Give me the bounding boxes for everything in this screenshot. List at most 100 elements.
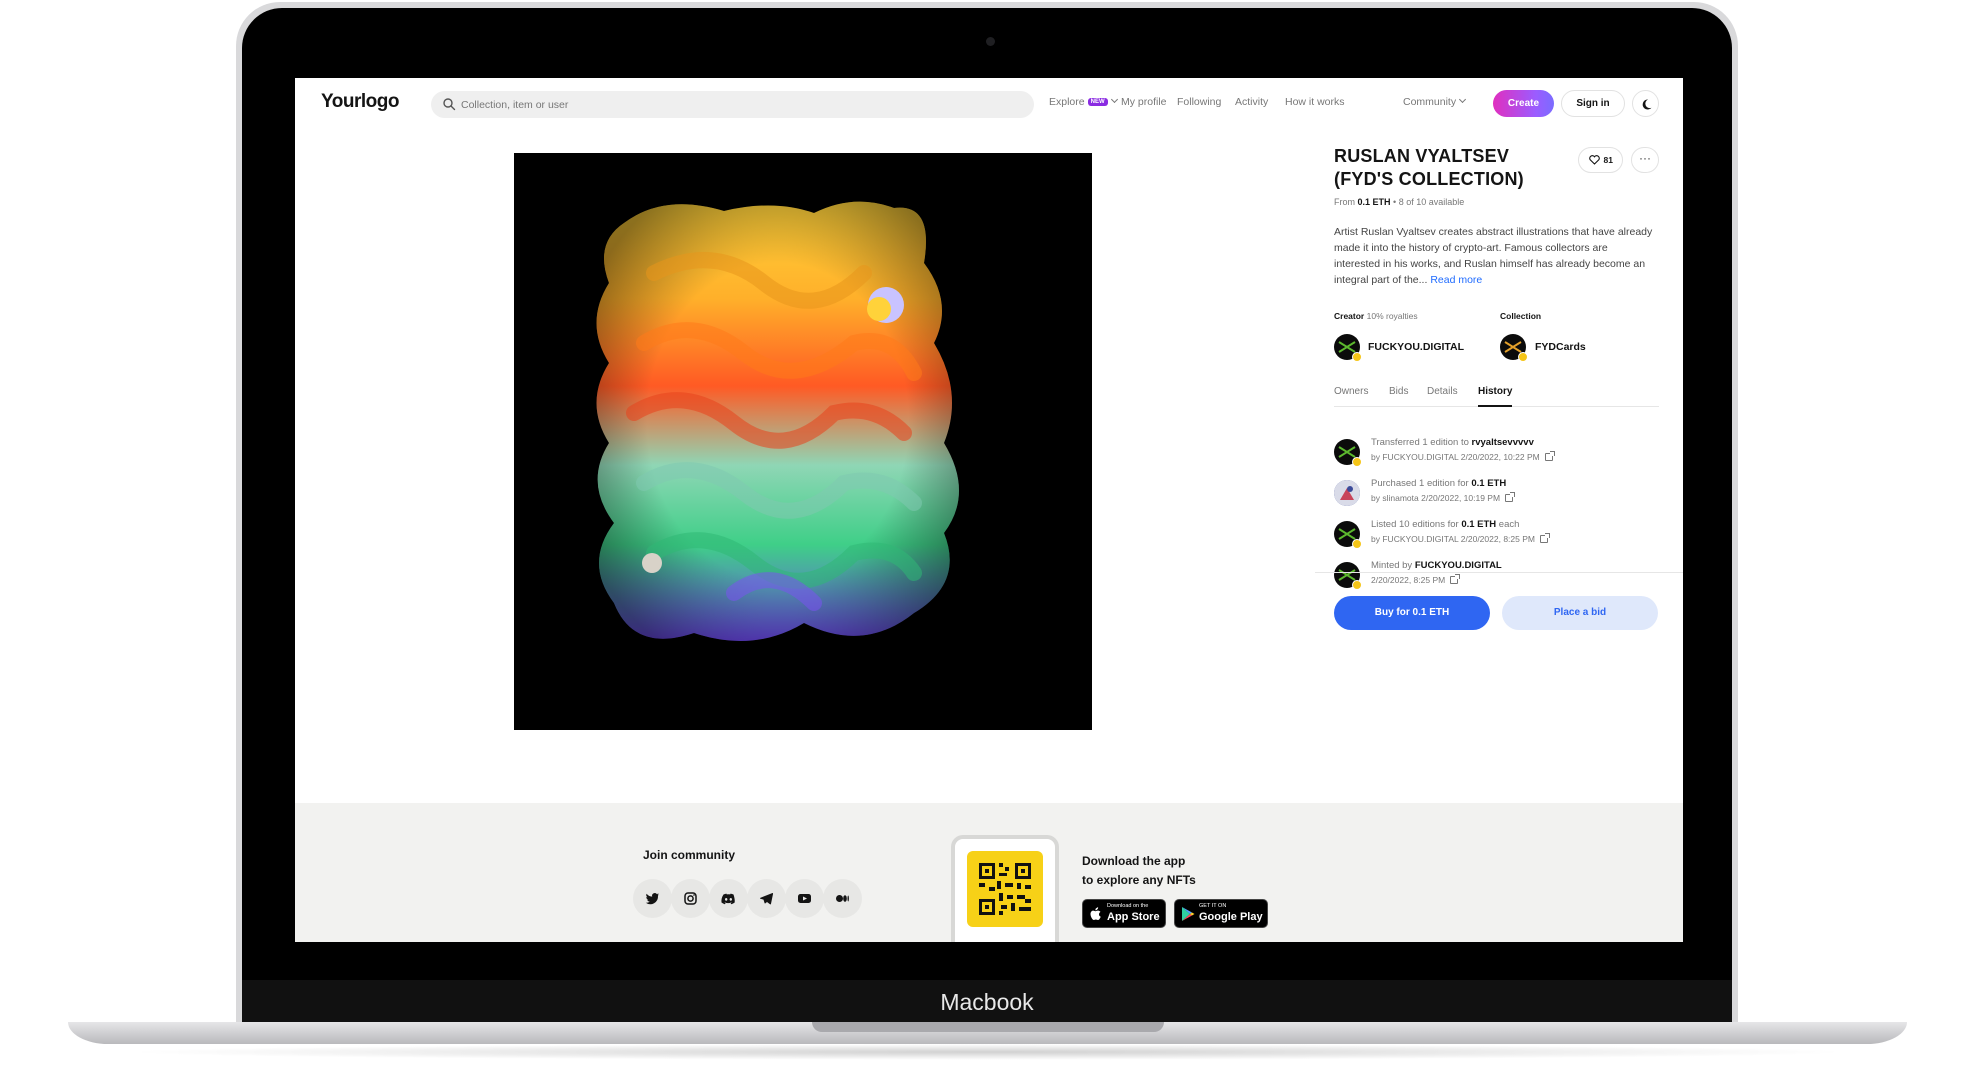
external-link-icon[interactable] xyxy=(1544,451,1555,461)
verified-icon xyxy=(1352,457,1362,467)
download-line-1: Download the app xyxy=(1082,854,1186,868)
nav-how-it-works[interactable]: How it works xyxy=(1285,96,1345,108)
place-bid-button[interactable]: Place a bid xyxy=(1502,596,1658,630)
history-text: Minted by FUCKYOU.DIGITAL xyxy=(1371,560,1502,571)
google-play-button[interactable]: GET IT ON Google Play xyxy=(1174,899,1268,928)
availability: 8 of 10 available xyxy=(1398,197,1465,207)
history-pre: Minted by xyxy=(1371,560,1415,571)
tab-owners[interactable]: Owners xyxy=(1334,386,1368,407)
history-strong[interactable]: rvyaltsevvvvv xyxy=(1472,437,1534,448)
creator-name[interactable]: FUCKYOU.DIGITAL xyxy=(1368,341,1464,353)
qr-code-icon xyxy=(979,863,1031,915)
site-footer: Join community Download the app to explo… xyxy=(295,803,1683,942)
search-bar[interactable] xyxy=(431,91,1034,118)
history-text: Purchased 1 edition for 0.1 ETH xyxy=(1371,478,1506,489)
moon-icon xyxy=(1642,99,1652,110)
browser-screen: Yourlogo ExploreNEW My profile Following… xyxy=(295,78,1683,942)
royalties-text: 10% royalties xyxy=(1366,311,1418,321)
youtube-link[interactable] xyxy=(785,879,824,918)
qr-code[interactable] xyxy=(967,851,1043,927)
history-strong[interactable]: 0.1 ETH xyxy=(1471,478,1506,489)
tab-bids[interactable]: Bids xyxy=(1389,386,1408,407)
tab-details[interactable]: Details xyxy=(1427,386,1458,407)
item-tabs: Owners Bids Details History xyxy=(1334,386,1659,407)
by-prefix: by xyxy=(1371,534,1380,544)
history-avatar[interactable] xyxy=(1334,480,1360,506)
external-link-icon[interactable] xyxy=(1505,492,1516,502)
nft-artwork[interactable] xyxy=(514,153,1092,730)
item-price: 0.1 ETH xyxy=(1357,197,1391,207)
history-date: 2/20/2022, 10:22 PM xyxy=(1460,452,1540,462)
creator-avatar[interactable] xyxy=(1334,334,1362,362)
history-strong[interactable]: 0.1 ETH xyxy=(1461,519,1496,530)
collection-label: Collection xyxy=(1500,311,1542,321)
nav-community[interactable]: Community xyxy=(1403,95,1467,108)
history-strong[interactable]: FUCKYOU.DIGITAL xyxy=(1415,560,1502,571)
nav-community-label: Community xyxy=(1403,96,1457,108)
download-line-2: to explore any NFTs xyxy=(1082,873,1196,887)
description-text: Artist Ruslan Vyaltsev creates abstract … xyxy=(1334,226,1653,286)
history-by[interactable]: FUCKYOU.DIGITAL xyxy=(1382,534,1458,544)
instagram-link[interactable] xyxy=(671,879,710,918)
phone-mockup xyxy=(951,835,1059,942)
discord-link[interactable] xyxy=(709,879,748,918)
history-meta: by slinamota 2/20/2022, 10:19 PM xyxy=(1371,492,1516,503)
nav-explore-label: Explore xyxy=(1049,96,1085,108)
history-by[interactable]: FUCKYOU.DIGITAL xyxy=(1382,452,1458,462)
history-by[interactable]: slinamota xyxy=(1382,493,1418,503)
history-avatar[interactable] xyxy=(1334,439,1362,467)
chevron-down-icon xyxy=(1459,95,1467,104)
sign-in-button[interactable]: Sign in xyxy=(1561,90,1625,117)
history-meta: by FUCKYOU.DIGITAL 2/20/2022, 8:25 PM xyxy=(1371,533,1550,544)
tab-history[interactable]: History xyxy=(1478,386,1513,407)
telegram-link[interactable] xyxy=(747,879,786,918)
verified-icon xyxy=(1352,539,1362,549)
by-prefix: by xyxy=(1371,493,1380,503)
more-dots-icon: ··· xyxy=(1639,151,1651,165)
app-store-big: App Store xyxy=(1107,911,1160,923)
search-input[interactable] xyxy=(461,91,1021,118)
read-more-link[interactable]: Read more xyxy=(1430,274,1482,286)
more-options-button[interactable]: ··· xyxy=(1631,147,1659,173)
download-title: Download the app to explore any NFTs xyxy=(1082,852,1196,890)
camera-icon xyxy=(986,37,995,46)
laptop-shadow xyxy=(120,1044,1855,1060)
history-item: Minted by FUCKYOU.DIGITAL 2/20/2022, 8:25… xyxy=(1334,558,1664,598)
google-play-big: Google Play xyxy=(1199,911,1263,923)
history-avatar[interactable] xyxy=(1334,521,1362,549)
like-button[interactable]: 81 xyxy=(1578,147,1623,173)
dark-mode-toggle[interactable] xyxy=(1632,90,1659,117)
site-logo[interactable]: Yourlogo xyxy=(321,91,399,113)
telegram-icon xyxy=(759,892,774,905)
history-pre: Listed 10 editions for xyxy=(1371,519,1462,530)
app-store-button[interactable]: Download on the App Store xyxy=(1082,899,1166,928)
history-avatar[interactable] xyxy=(1334,562,1362,590)
history-date: 2/20/2022, 10:19 PM xyxy=(1421,493,1501,503)
creator-label-text: Creator xyxy=(1334,311,1365,321)
collection-name[interactable]: FYDCards xyxy=(1535,341,1586,353)
history-date: 2/20/2022, 8:25 PM xyxy=(1371,575,1446,585)
create-button[interactable]: Create xyxy=(1493,90,1554,117)
medium-link[interactable] xyxy=(823,879,862,918)
history-item: Transferred 1 edition to rvyaltsevvvvv by… xyxy=(1334,435,1664,475)
like-count: 81 xyxy=(1603,155,1613,165)
twitter-icon xyxy=(645,893,659,905)
item-title: RUSLAN VYALTSEV (FYD'S COLLECTION) xyxy=(1334,146,1524,189)
join-community-title: Join community xyxy=(643,848,736,862)
app-store-small: Download on the xyxy=(1107,903,1149,909)
external-link-icon[interactable] xyxy=(1450,574,1461,584)
site-header: Yourlogo ExploreNEW My profile Following… xyxy=(295,78,1683,128)
device-label: Macbook xyxy=(242,980,1732,1024)
from-label: From xyxy=(1334,197,1355,207)
external-link-icon[interactable] xyxy=(1539,533,1550,543)
google-play-icon xyxy=(1182,907,1195,921)
nav-activity[interactable]: Activity xyxy=(1235,96,1268,108)
collection-avatar[interactable] xyxy=(1500,334,1528,362)
nav-explore[interactable]: Explore NEW xyxy=(1049,95,1118,108)
nav-following[interactable]: Following xyxy=(1177,96,1221,108)
google-play-small: GET IT ON xyxy=(1199,903,1227,909)
history-post: each xyxy=(1496,519,1520,530)
twitter-link[interactable] xyxy=(633,879,672,918)
nav-my-profile[interactable]: My profile xyxy=(1121,96,1167,108)
buy-button[interactable]: Buy for 0.1 ETH xyxy=(1334,596,1490,630)
